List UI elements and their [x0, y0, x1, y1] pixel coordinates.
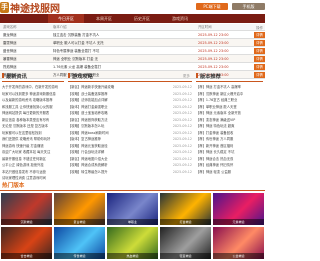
table-row[interactable]: 魔龙神途 独立连击 沉默装备 打金不坑人 2025-09-12 23:00 详情: [0, 31, 265, 39]
game-tile-caption: 打金神途: [160, 219, 211, 225]
col-time: 开区时间: [198, 25, 212, 29]
news-text: 大于开发商的游戏中，在新开发的游戏 玩家可以找到更多 神途游戏新服信息 以及最新的游…: [2, 84, 64, 180]
guide-date: 2025-09-12: [172, 169, 192, 174]
guide-link[interactable]: 【攻略】行会战玩法详解: [68, 150, 104, 154]
open-time: 2025-09-12 23:00: [198, 49, 229, 53]
server-table: 游戏名称 版本介绍 开区时间 操作 魔龙神途 独立连击 沉默装备 打金不坑人 2…: [0, 24, 265, 79]
hot-section-header: 热门版本: [0, 180, 265, 191]
main-nav: 今日开区 本周开区 历史开区 游戏资讯: [0, 14, 265, 23]
nav-week[interactable]: 本周开区: [86, 14, 122, 23]
table-row[interactable]: 暴雪神途 神途 全职业 沉默版本 打金 无 2025-09-12 23:00 详…: [0, 55, 265, 63]
game-tile-caption: 轻变神途: [160, 253, 211, 259]
guide-link[interactable]: 【版本】神途打金最强职业: [68, 105, 108, 109]
nav-today[interactable]: 今日开区: [48, 14, 84, 23]
game-name[interactable]: 暴雪神途: [3, 55, 33, 63]
game-tile-caption: 元素神途: [213, 219, 264, 225]
site-name: 神途找服网: [10, 3, 60, 15]
game-tile-caption: 复古神途: [54, 219, 105, 225]
mobile-button[interactable]: 手机版: [232, 3, 265, 10]
version-desc: 神途 全职业 沉默版本 打金 无: [53, 57, 98, 61]
guide-link[interactable]: 【攻略】沉默版本怎么玩: [68, 124, 104, 128]
guide-link[interactable]: 【版本】复古神途推荐: [68, 137, 101, 141]
game-tile[interactable]: 打金神途: [160, 193, 211, 225]
game-tile[interactable]: 传世神途: [54, 227, 105, 259]
open-time: 2025-09-12 23:00: [198, 41, 229, 45]
version-title: 版本推荐: [200, 74, 221, 80]
detail-button[interactable]: 详情: [254, 48, 265, 54]
news-title: 最新资讯: [6, 74, 27, 80]
game-tile[interactable]: 热血神途: [107, 227, 158, 259]
game-name[interactable]: 雷霆神途: [3, 39, 33, 47]
guide-link[interactable]: 【攻略】法师技能加点详解: [68, 98, 108, 102]
guide-link[interactable]: 【攻略】神途boss刷新时间: [68, 131, 109, 135]
hot-grid: 沉默神途 复古神途 单职业 打金神途 元素神途合击神途 传世神途 热血神途 轻变神途 公益神途: [0, 193, 265, 261]
pc-download-button[interactable]: PC端下载: [196, 3, 228, 10]
open-time: 2025-09-12 23:00: [198, 33, 229, 37]
nav-history[interactable]: 历史开区: [124, 14, 160, 23]
open-time: 2025-09-12 23:00: [198, 65, 229, 69]
game-tile[interactable]: 公益神途: [213, 227, 264, 259]
game-tile-caption: 沉默神途: [1, 219, 52, 225]
game-tile-caption: 合击神途: [1, 253, 52, 259]
section-marker-icon: [68, 73, 70, 78]
game-name[interactable]: 魔龙神途: [3, 31, 33, 39]
guide-link[interactable]: 【攻略】神途合成系统解析: [68, 163, 108, 167]
game-tile[interactable]: 元素神途: [213, 193, 264, 225]
guide-item[interactable]: 【攻略】转生等级怎么提升 2025-09-12: [68, 169, 192, 176]
game-name[interactable]: 烈焰神途: [3, 63, 33, 71]
detail-button[interactable]: 详情: [254, 32, 265, 38]
version-desc: 单职业 散人可以打金 不坑人 无托: [53, 41, 104, 45]
header: 手 神途找服网 PC端下载 手机版: [0, 0, 265, 15]
news-line: 大于开发商的游戏中，在新开发的游戏: [2, 85, 59, 89]
game-tile[interactable]: 单职业: [107, 193, 158, 225]
table-row[interactable]: 盛世神途 特色专属神途 装备全靠打 不坑 2025-09-12 23:00 详情: [0, 47, 265, 55]
game-name[interactable]: 盛世神途: [3, 47, 33, 55]
detail-button[interactable]: 详情: [254, 40, 265, 46]
detail-button[interactable]: 详情: [254, 64, 265, 70]
game-tile[interactable]: 合击神途: [1, 227, 52, 259]
col-version: 版本介绍: [53, 25, 67, 29]
guide-link[interactable]: 【攻略】战士装备选择推荐: [68, 92, 108, 96]
game-tile[interactable]: 复古神途: [54, 193, 105, 225]
guide-section-header: 游戏攻略 更多: [68, 72, 192, 82]
version-desc: 1.76元素 火龙 高爆 装备全靠打: [53, 65, 102, 69]
guide-link[interactable]: 【新区】神途首饰获取方法: [68, 118, 108, 122]
version-section-header: 版本推荐: [196, 72, 263, 82]
game-tile[interactable]: 沉默神途: [1, 193, 52, 225]
table-row[interactable]: 烈焰神途 1.76元素 火龙 高爆 装备全靠打 2025-09-12 23:00…: [0, 63, 265, 71]
version-item[interactable]: 【荐】神途 轻变 公益服: [196, 169, 263, 176]
game-tile[interactable]: 轻变神途: [160, 227, 211, 259]
table-header: 游戏名称 版本介绍 开区时间 操作: [0, 24, 265, 31]
game-tile-caption: 公益神途: [213, 253, 264, 259]
version-desc: 独立连击 沉默装备 打金不坑人: [53, 33, 100, 37]
detail-button[interactable]: 详情: [254, 56, 265, 62]
guide-more-link[interactable]: 更多: [183, 74, 190, 79]
game-tile-caption: 热血神途: [107, 253, 158, 259]
col-name: 游戏名称: [3, 25, 17, 29]
news-section-header: 最新资讯: [2, 72, 64, 82]
guide-link[interactable]: 【攻略】转生等级怎么提升: [68, 170, 108, 174]
table-row[interactable]: 雷霆神途 单职业 散人可以打金 不坑人 无托 2025-09-12 23:00 …: [0, 39, 265, 47]
guide-link[interactable]: 【攻略】神途元宝获取途径: [68, 144, 108, 148]
version-list: 【荐】神途 打金不坑人 高爆率 【荐】沉默神途 新区火爆开启中 【荐】1.76复古 …: [196, 84, 263, 180]
page: { "header": { "logo_mark": "手", "logo_te…: [0, 0, 265, 261]
section-marker-icon: [196, 73, 198, 78]
nav-news[interactable]: 游戏资讯: [162, 14, 198, 23]
guide-link[interactable]: 【攻略】道士宝宝培养攻略: [68, 111, 108, 115]
guide-link[interactable]: 【新区】神途地图介绍大全: [68, 157, 108, 161]
game-tile-caption: 单职业: [107, 219, 158, 225]
guide-list: 【新区】神途新手快速升级攻略 2025-09-12 【攻略】战士装备选择推荐 2025…: [68, 84, 192, 180]
version-desc: 特色专属神途 装备全靠打 不坑: [53, 49, 100, 53]
logo[interactable]: 手 神途找服网: [0, 1, 60, 15]
guide-link[interactable]: 【新区】神途新手快速升级攻略: [68, 85, 114, 89]
logo-mark: 手: [0, 1, 9, 13]
open-time: 2025-09-12 23:00: [198, 57, 229, 61]
hot-title: 热门版本: [2, 183, 25, 189]
guide-title: 游戏攻略: [72, 74, 93, 80]
game-tile-caption: 传世神途: [54, 253, 105, 259]
section-marker-icon: [2, 73, 4, 78]
